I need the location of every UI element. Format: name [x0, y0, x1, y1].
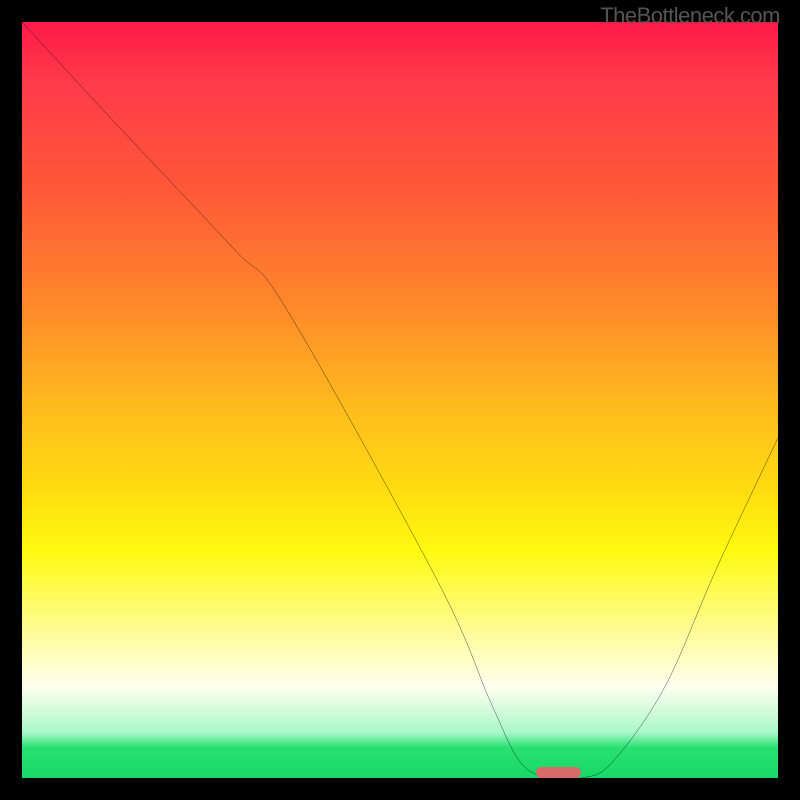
chart-plot-area	[22, 22, 778, 778]
bottleneck-curve	[22, 22, 778, 778]
optimal-marker	[536, 767, 581, 778]
watermark-text: TheBottleneck.com	[600, 3, 780, 29]
